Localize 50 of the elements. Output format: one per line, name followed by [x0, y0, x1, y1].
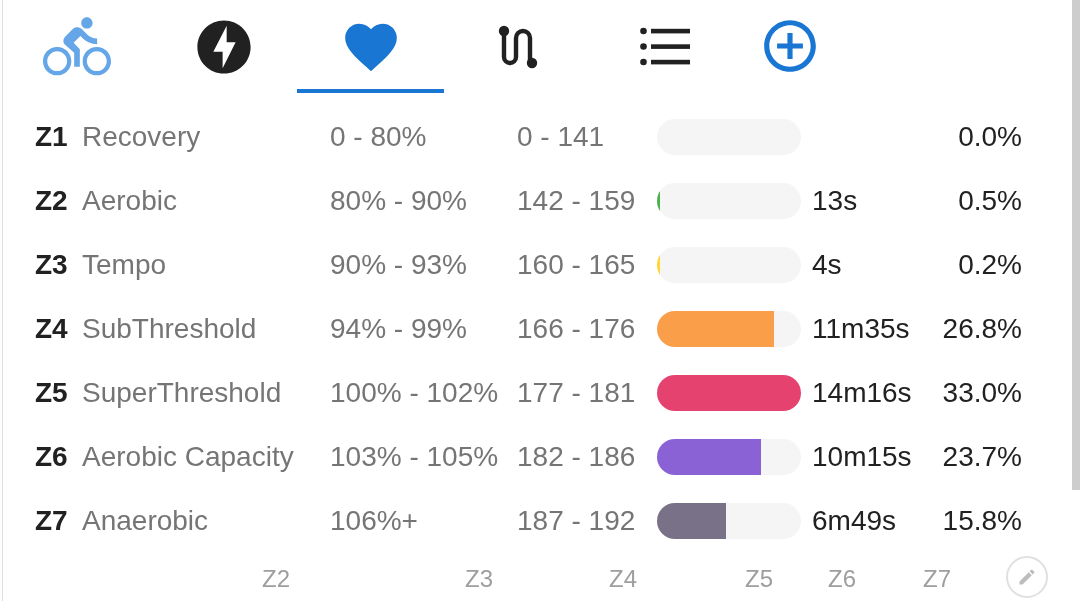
- zone-percent-range: 90% - 93%: [330, 251, 468, 279]
- zone-percent-range: 103% - 105%: [330, 443, 500, 471]
- zone-percent: 23.7%: [941, 443, 1022, 471]
- scrollbar-thumb[interactable]: [1072, 0, 1080, 490]
- axis-label: Z5: [745, 567, 773, 591]
- zone-code: Z3: [35, 251, 69, 279]
- zone-bpm-range: 182 - 186: [517, 443, 637, 471]
- zone-code: Z5: [35, 379, 69, 407]
- zone-bpm-range: 142 - 159: [517, 187, 637, 215]
- zone-name: Tempo: [82, 251, 168, 279]
- zone-name: Recovery: [82, 123, 202, 151]
- zone-bpm-range: 187 - 192: [517, 507, 637, 535]
- zone-bpm-range: 166 - 176: [517, 315, 637, 343]
- zone-code: Z7: [35, 507, 69, 535]
- pencil-icon: [1017, 567, 1037, 587]
- axis-label: Z6: [828, 567, 856, 591]
- zone-code: Z1: [35, 123, 69, 151]
- zone-percent: 33.0%: [941, 379, 1022, 407]
- zone-bpm-range: 160 - 165: [517, 251, 637, 279]
- zone-code: Z4: [35, 315, 69, 343]
- zone-bpm-range: 0 - 141: [517, 123, 606, 151]
- zone-time: 10m15s: [812, 443, 912, 471]
- zone-time: 6m49s: [812, 507, 897, 535]
- zone-code: Z2: [35, 187, 69, 215]
- list-icon: [639, 26, 690, 67]
- axis-label: Z3: [465, 567, 493, 591]
- zone-percent-range: 94% - 99%: [330, 315, 468, 343]
- zone-bpm-range: 177 - 181: [517, 379, 637, 407]
- zone-name: Aerobic: [82, 187, 178, 215]
- zone-time: 14m16s: [812, 379, 912, 407]
- zone-time: 11m35s: [812, 315, 910, 343]
- zone-time: 13s: [812, 187, 858, 215]
- zone-percent-range: 0 - 80%: [330, 123, 428, 151]
- zone-code: Z6: [35, 443, 69, 471]
- axis-label: Z7: [923, 567, 951, 591]
- zone-percent-range: 100% - 102%: [330, 379, 500, 407]
- zone-name: SuperThreshold: [82, 379, 283, 407]
- zone-name: Anaerobic: [82, 507, 210, 535]
- zone-percent: 0.5%: [957, 187, 1022, 215]
- zone-name: SubThreshold: [82, 315, 258, 343]
- zone-percent: 15.8%: [941, 507, 1022, 535]
- zone-percent: 26.8%: [941, 315, 1022, 343]
- axis-label: Z2: [262, 567, 290, 591]
- zone-time: 4s: [812, 251, 842, 279]
- zone-percent-range: 106%+: [330, 507, 419, 535]
- zone-name: Aerobic Capacity: [82, 443, 295, 471]
- axis-label: Z4: [609, 567, 637, 591]
- zone-percent-range: 80% - 90%: [330, 187, 468, 215]
- zone-percent: 0.0%: [957, 123, 1022, 151]
- zone-percent: 0.2%: [957, 251, 1022, 279]
